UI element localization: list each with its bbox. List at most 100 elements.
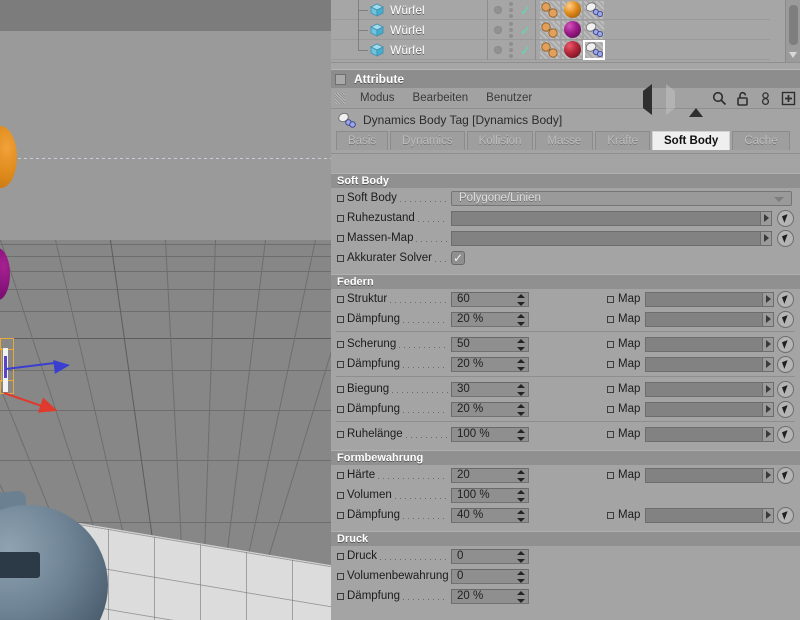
table-row[interactable]: Würfel ✓ bbox=[332, 39, 770, 60]
haerte-map-cell[interactable]: Map bbox=[607, 466, 794, 484]
param-bullet-icon[interactable] bbox=[607, 405, 614, 413]
massen-map-picker-button[interactable] bbox=[777, 229, 794, 247]
map-picker-button[interactable] bbox=[777, 380, 794, 398]
map-link-field[interactable] bbox=[645, 507, 774, 523]
map-picker-button[interactable] bbox=[777, 425, 794, 443]
struktur-daempfung-number-input[interactable]: 20 % bbox=[451, 311, 529, 327]
param-bullet-icon[interactable] bbox=[607, 385, 614, 393]
param-bullet-icon[interactable] bbox=[337, 405, 344, 413]
scherung-daempfung-number-input[interactable]: 20 % bbox=[451, 356, 529, 372]
quantity-stepper[interactable] bbox=[516, 338, 525, 351]
link-dropdown-arrow-icon[interactable] bbox=[762, 292, 773, 306]
map-picker-button[interactable] bbox=[777, 355, 794, 373]
material-small-tag-icon[interactable] bbox=[540, 41, 560, 59]
param-row-druck-daempfung[interactable]: Dämpfung 20 % bbox=[331, 586, 800, 606]
quantity-stepper[interactable] bbox=[516, 313, 525, 326]
param-row-scherung[interactable]: Scherung 50 Map bbox=[331, 334, 800, 354]
param-row-druck[interactable]: Druck 0 bbox=[331, 546, 800, 566]
param-bullet-icon[interactable] bbox=[607, 511, 614, 519]
struktur-map-cell[interactable]: Map bbox=[607, 290, 794, 308]
link-dropdown-arrow-icon[interactable] bbox=[762, 427, 773, 441]
param-row-ruhelaenge[interactable]: Ruhelänge 100 % Map bbox=[331, 424, 800, 444]
search-icon[interactable] bbox=[712, 91, 727, 106]
visibility-dot-icon[interactable] bbox=[494, 6, 502, 14]
quantity-stepper[interactable] bbox=[516, 358, 525, 371]
object-manager[interactable]: Würfel ✓ Würfel ✓ Würfel ✓ bbox=[331, 0, 800, 68]
param-bullet-icon[interactable] bbox=[337, 430, 344, 438]
druck-daempfung-number-input[interactable]: 20 % bbox=[451, 588, 529, 604]
param-bullet-icon[interactable] bbox=[337, 385, 344, 393]
struktur-map-link-field[interactable] bbox=[645, 291, 774, 307]
biegung-map-cell[interactable]: Map bbox=[607, 380, 794, 398]
struktur-number-input[interactable]: 60 bbox=[451, 291, 529, 307]
enabled-check-icon[interactable]: ✓ bbox=[520, 24, 531, 37]
up-arrow-icon[interactable] bbox=[689, 91, 704, 117]
param-bullet-icon[interactable] bbox=[337, 360, 344, 368]
quantity-stepper[interactable] bbox=[516, 403, 525, 416]
scherung-map-cell[interactable]: Map bbox=[607, 335, 794, 353]
map-picker-button[interactable] bbox=[777, 400, 794, 418]
map-link-field[interactable] bbox=[645, 467, 774, 483]
param-bullet-icon[interactable] bbox=[337, 194, 344, 202]
map-picker-button[interactable] bbox=[777, 506, 794, 524]
tag-strip[interactable] bbox=[540, 21, 604, 39]
ruhelaenge-map-cell[interactable]: Map bbox=[607, 425, 794, 443]
table-row[interactable]: Würfel ✓ bbox=[332, 19, 770, 40]
param-bullet-icon[interactable] bbox=[607, 295, 614, 303]
param-bullet-icon[interactable] bbox=[337, 214, 344, 222]
visibility-dot-icon[interactable] bbox=[494, 46, 502, 54]
tab-kraefte[interactable]: Kräfte bbox=[595, 131, 650, 150]
menu-bearbeiten[interactable]: Bearbeiten bbox=[404, 92, 478, 104]
map-link-field[interactable] bbox=[645, 311, 774, 327]
formbewahrung-daempfung-number-input[interactable]: 40 % bbox=[451, 507, 529, 523]
quantity-stepper[interactable] bbox=[516, 428, 525, 441]
table-row[interactable]: Würfel ✓ bbox=[332, 0, 770, 20]
quantity-stepper[interactable] bbox=[516, 383, 525, 396]
map-link-field[interactable] bbox=[645, 356, 774, 372]
ruhelaenge-number-input[interactable]: 100 % bbox=[451, 426, 529, 442]
volumen-number-input[interactable]: 100 % bbox=[451, 487, 529, 503]
map-link-field[interactable] bbox=[645, 381, 774, 397]
biegung-daempfung-map-cell[interactable]: Map bbox=[607, 400, 794, 418]
link-dropdown-arrow-icon[interactable] bbox=[762, 337, 773, 351]
link-dropdown-arrow-icon[interactable] bbox=[762, 508, 773, 522]
param-row-volumen[interactable]: Volumen 100 % bbox=[331, 485, 800, 505]
param-bullet-icon[interactable] bbox=[337, 254, 344, 262]
back-arrow-icon[interactable] bbox=[643, 84, 658, 115]
attribute-titlebar[interactable]: Attribute bbox=[331, 69, 800, 88]
attribute-toolbar[interactable] bbox=[643, 84, 796, 117]
param-bullet-icon[interactable] bbox=[607, 360, 614, 368]
enabled-check-icon[interactable]: ✓ bbox=[520, 4, 531, 17]
tab-cache[interactable]: Cache bbox=[732, 131, 790, 150]
dynamics-body-tag-icon[interactable] bbox=[584, 1, 604, 19]
param-row-struktur[interactable]: Struktur 60 Map bbox=[331, 289, 800, 309]
param-bullet-icon[interactable] bbox=[607, 430, 614, 438]
struktur-map-picker-button[interactable] bbox=[777, 290, 794, 308]
scroll-down-arrow-icon[interactable] bbox=[789, 52, 797, 58]
param-row-haerte[interactable]: Härte 20 Map bbox=[331, 465, 800, 485]
akkurater-solver-checkbox[interactable]: ✓ bbox=[451, 251, 465, 265]
map-link-field[interactable] bbox=[645, 401, 774, 417]
axis-gizmo[interactable] bbox=[0, 330, 118, 440]
tab-soft-body[interactable]: Soft Body bbox=[652, 131, 731, 150]
attribute-tabs[interactable]: Basis Dynamics Kollision Masse Kräfte So… bbox=[331, 131, 800, 151]
quantity-stepper[interactable] bbox=[516, 570, 525, 583]
material-tag-icon[interactable] bbox=[562, 21, 582, 39]
map-link-field[interactable] bbox=[645, 336, 774, 352]
drag-grip-icon[interactable] bbox=[335, 92, 345, 104]
gizmo-z-axis-arrow[interactable] bbox=[53, 358, 71, 374]
menu-modus[interactable]: Modus bbox=[351, 92, 404, 104]
soft-body-mode-select[interactable]: Polygone/Linien bbox=[451, 190, 792, 206]
param-row-massen-map[interactable]: Massen-Map bbox=[331, 228, 800, 248]
biegung-daempfung-number-input[interactable]: 20 % bbox=[451, 401, 529, 417]
quantity-stepper[interactable] bbox=[516, 550, 525, 563]
three-dots-icon[interactable] bbox=[509, 42, 513, 58]
chevron-down-icon[interactable] bbox=[774, 196, 784, 202]
scherung-number-input[interactable]: 50 bbox=[451, 336, 529, 352]
param-bullet-icon[interactable] bbox=[337, 295, 344, 303]
three-dots-icon[interactable] bbox=[509, 2, 513, 18]
attribute-menubar[interactable]: Modus Bearbeiten Benutzer bbox=[331, 84, 800, 117]
enabled-check-icon[interactable]: ✓ bbox=[520, 44, 531, 57]
map-picker-button[interactable] bbox=[777, 335, 794, 353]
object-manager-scrollbar[interactable] bbox=[785, 0, 800, 62]
